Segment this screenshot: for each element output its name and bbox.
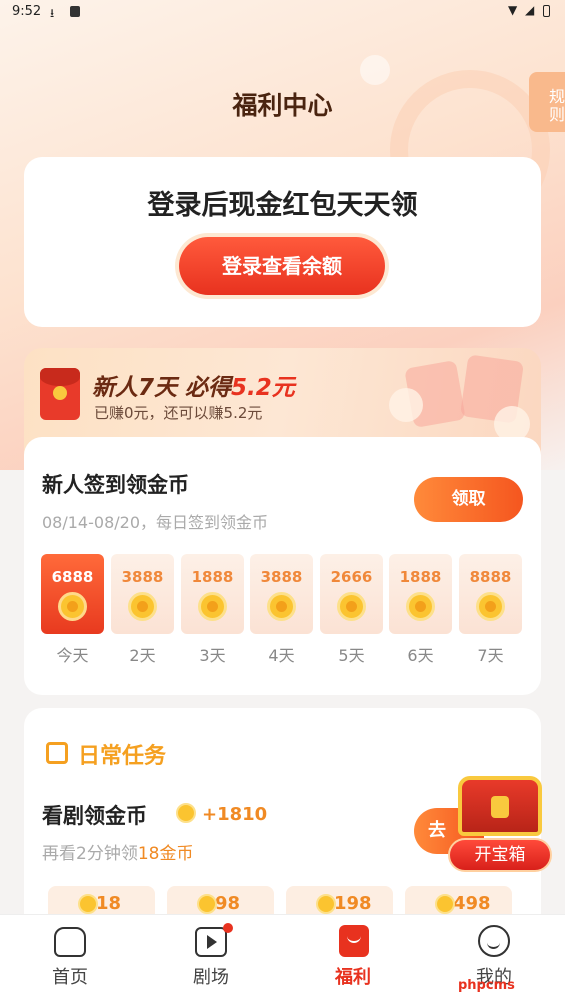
signal-icon: ◢ [525,3,535,17]
coin-icon [198,592,227,621]
coin-icon [267,592,296,621]
open-chest-button[interactable]: 开宝箱 [448,838,552,872]
day-label: 今天 [56,646,89,665]
day-label: 4天 [268,646,295,665]
login-card: 登录后现金红包天天领 登录查看余额 [24,157,541,327]
claim-button[interactable]: 领取 [414,477,523,522]
tab-home[interactable]: 首页 [20,915,120,1004]
day-amount: 1888 [399,568,442,586]
task-title: 看剧领金币 [42,804,147,828]
signin-day[interactable]: 8888 [459,554,522,634]
status-time: 9:52 [12,4,42,19]
coin-icon [476,592,505,621]
day-amount: 6888 [51,568,94,586]
signin-card: 新人签到领金币 08/14-08/20，每日签到领金币 领取 6888 今天 3… [24,437,541,695]
coin-icon [406,592,435,621]
coin-icon [197,894,217,914]
notification-dot [223,923,233,933]
day-label: 6天 [407,646,434,665]
tab-label: 剧场 [193,967,229,988]
signin-day[interactable]: 1888 [181,554,244,634]
signin-day[interactable]: 1888 [389,554,452,634]
task-reward: +1810 [176,803,267,825]
status-bar: 9:52 ⭳ ▼ ◢ [0,0,565,24]
day-amount: 3888 [121,568,164,586]
banner-subtitle: 已赚0元，还可以赚5.2元 [94,404,263,422]
login-button[interactable]: 登录查看余额 [179,237,385,295]
signin-day[interactable]: 3888 [250,554,313,634]
tab-welfare[interactable]: 福利 [303,915,403,1004]
profile-face-icon [478,925,510,957]
download-icon: ⭳ [50,6,55,20]
notification-icon [70,6,80,17]
day-amount: 8888 [469,568,512,586]
tab-theater[interactable]: 剧场 [161,915,261,1004]
coin-icon [128,592,157,621]
play-icon [195,927,227,957]
coin-icon [78,894,98,914]
tab-label: 福利 [335,967,371,988]
signin-day[interactable]: 3888 [111,554,174,634]
page-title: 福利中心 [232,91,333,120]
day-label: 5天 [338,646,365,665]
rules-button[interactable]: 规则 [529,72,565,132]
day-label: 2天 [129,646,156,665]
day-label: 7天 [477,646,504,665]
day-amount: 2666 [330,568,373,586]
welfare-bag-icon [339,925,369,957]
signin-title: 新人签到领金币 [42,473,189,497]
chest-lock-icon [491,796,509,818]
coin-icon [435,894,455,914]
banner-title: 新人7天 必得5.2元 [92,375,295,401]
signin-subtitle: 08/14-08/20，每日签到领金币 [42,513,268,532]
day-label: 3天 [199,646,226,665]
signin-day[interactable]: 2666 [320,554,383,634]
task-subtitle: 再看2分钟领18金币 [42,844,194,864]
decorative-glow [360,55,390,85]
battery-icon [543,5,550,17]
signin-days: 6888 今天 3888 2天 1888 3天 3888 4天 2666 5天 … [41,554,526,666]
daily-tasks-heading: 日常任务 [78,744,167,769]
coin-icon [316,894,336,914]
tab-label: 首页 [52,967,88,988]
red-envelope-icon [40,368,80,420]
home-icon [54,927,86,957]
day-amount: 3888 [260,568,303,586]
watermark: phpcms [458,978,515,993]
coin-icon [337,592,366,621]
wifi-icon: ▼ [508,3,518,17]
day-amount: 1888 [191,568,234,586]
treasure-chest[interactable]: 开宝箱 [448,770,552,874]
signin-day[interactable]: 6888 [41,554,104,634]
coin-icon [58,592,87,621]
coin-icon [176,803,196,823]
login-title: 登录后现金红包天天领 [147,190,418,221]
decorative-coin [389,388,423,422]
